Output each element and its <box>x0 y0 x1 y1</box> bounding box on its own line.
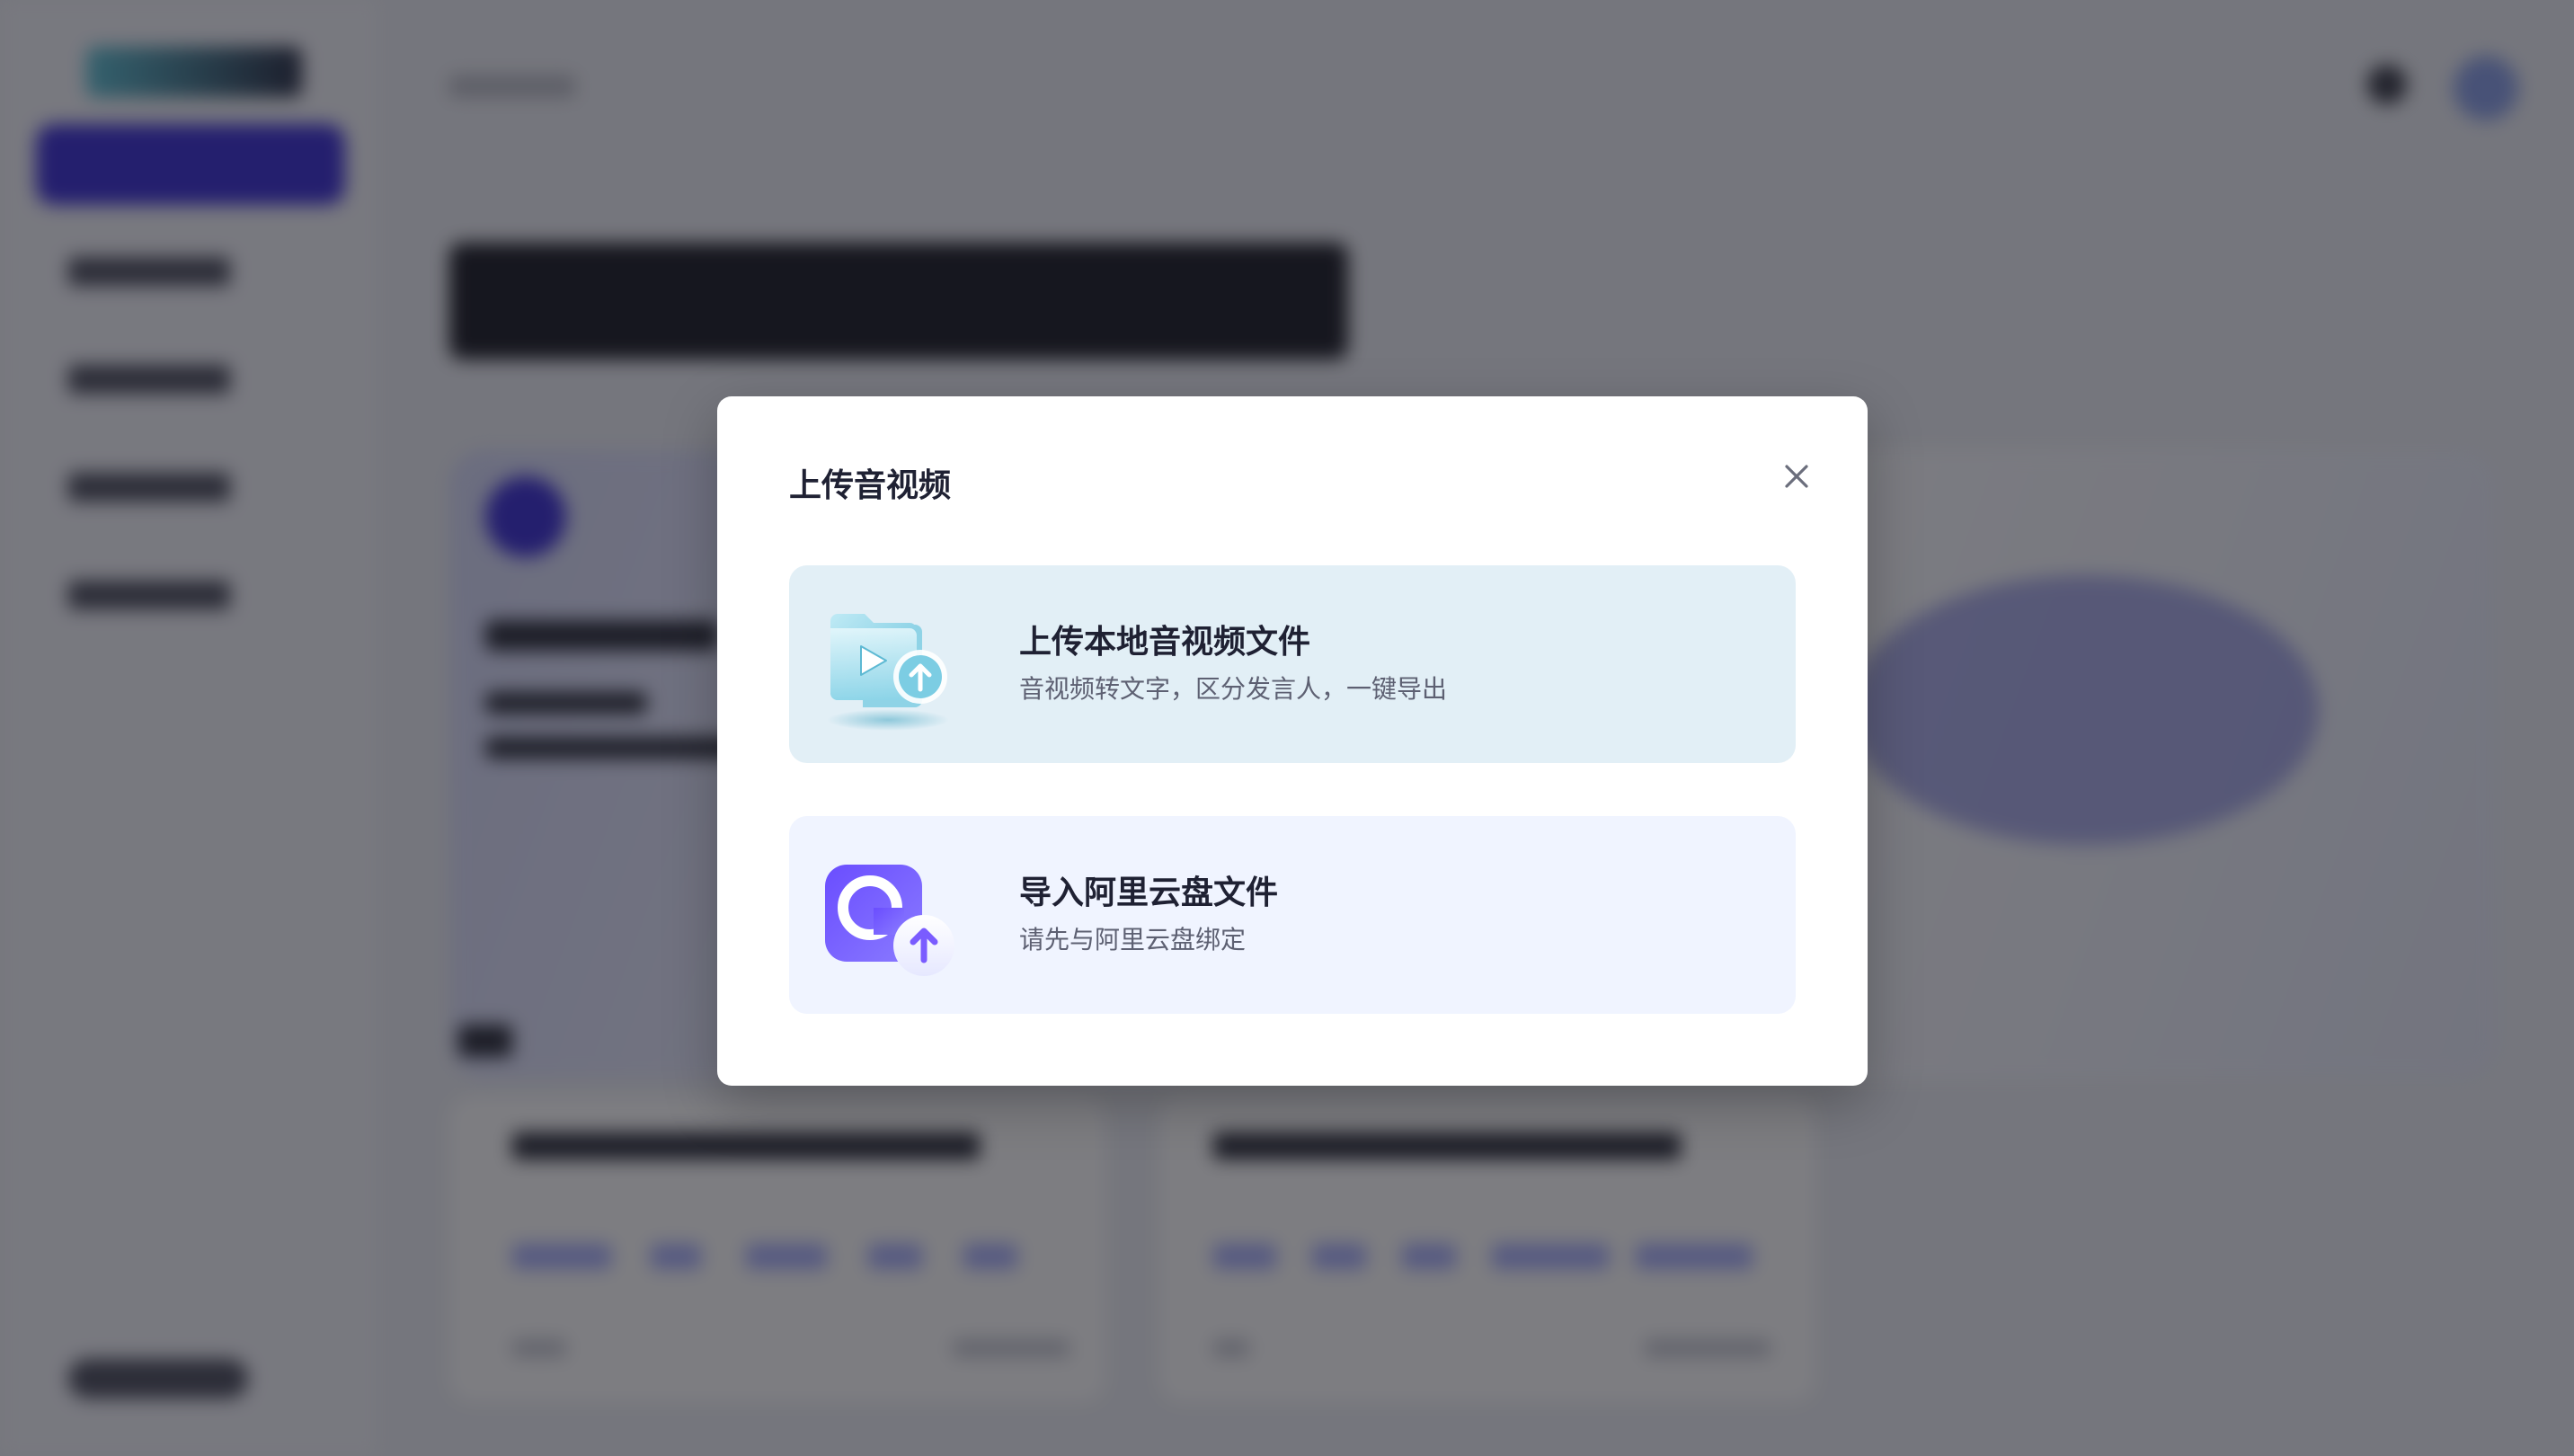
upload-local-file-option[interactable]: 上传本地音视频文件 音视频转文字，区分发言人，一键导出 <box>789 565 1796 763</box>
close-icon <box>1785 465 1808 488</box>
option-description: 请先与阿里云盘绑定 <box>1019 925 1247 954</box>
import-aliyun-drive-option[interactable]: 导入阿里云盘文件 请先与阿里云盘绑定 <box>789 816 1796 1014</box>
option-title: 上传本地音视频文件 <box>1019 624 1311 661</box>
aliyun-drive-upload-icon <box>825 865 954 976</box>
dialog-title: 上传音视频 <box>789 467 952 504</box>
close-button[interactable] <box>1774 454 1819 499</box>
video-folder-upload-icon <box>827 614 949 731</box>
option-description: 音视频转文字，区分发言人，一键导出 <box>1019 674 1448 704</box>
option-title: 导入阿里云盘文件 <box>1019 874 1279 911</box>
upload-dialog: 上传音视频 上传本地音视频文件 音视频转文字，区分发言人，一键导出 导入阿里云盘… <box>717 396 1868 1086</box>
